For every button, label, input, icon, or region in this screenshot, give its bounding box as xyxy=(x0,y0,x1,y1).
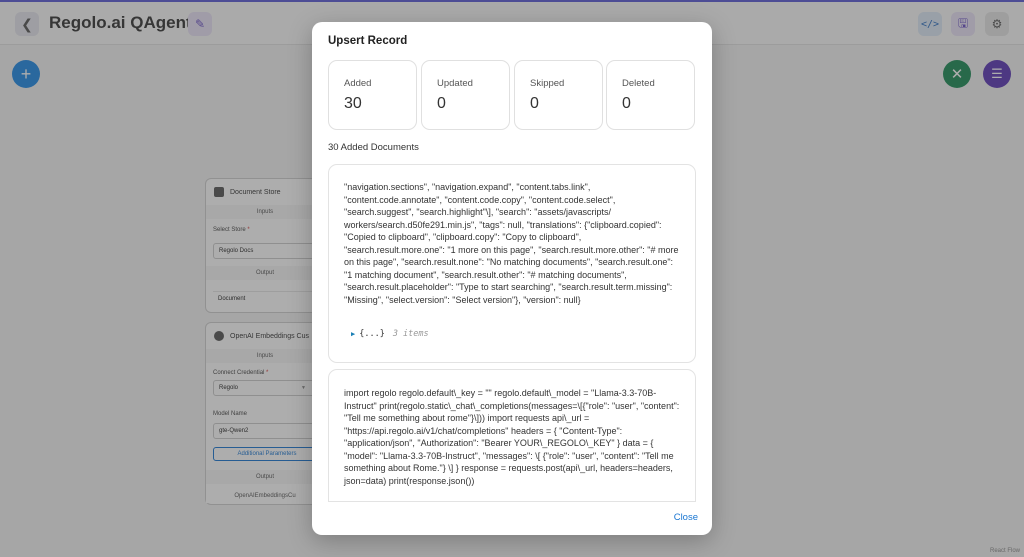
upsert-record-dialog: Upsert Record Added 30 Updated 0 Skipped… xyxy=(312,22,712,535)
caret-right-icon: ▶ xyxy=(351,330,356,338)
documents-heading: 30 Added Documents xyxy=(328,142,419,153)
stat-updated: Updated 0 xyxy=(421,60,510,130)
stat-skipped: Skipped 0 xyxy=(514,60,603,130)
stat-value: 0 xyxy=(530,95,539,112)
close-button[interactable]: Close xyxy=(674,512,698,523)
dialog-title: Upsert Record xyxy=(328,35,408,47)
metadata-count: 3 items xyxy=(392,329,429,339)
document-content: "navigation.sections", "navigation.expan… xyxy=(344,182,679,305)
stat-deleted: Deleted 0 xyxy=(606,60,695,130)
metadata-object: {...} xyxy=(359,329,385,339)
metadata-toggle[interactable]: ▶ {...} 3 items xyxy=(351,329,429,339)
stat-value: 0 xyxy=(437,95,446,112)
stat-label: Skipped xyxy=(530,78,565,89)
document-card[interactable]: "navigation.sections", "navigation.expan… xyxy=(328,164,696,363)
stat-label: Deleted xyxy=(622,78,655,89)
document-card[interactable]: import regolo regolo.default\_key = "" r… xyxy=(328,369,696,502)
stat-value: 0 xyxy=(622,95,631,112)
stat-label: Added xyxy=(344,78,372,89)
document-content: import regolo regolo.default\_key = "" r… xyxy=(344,388,680,486)
stat-label: Updated xyxy=(437,78,473,89)
stat-added: Added 30 xyxy=(328,60,417,130)
stat-value: 30 xyxy=(344,95,362,112)
